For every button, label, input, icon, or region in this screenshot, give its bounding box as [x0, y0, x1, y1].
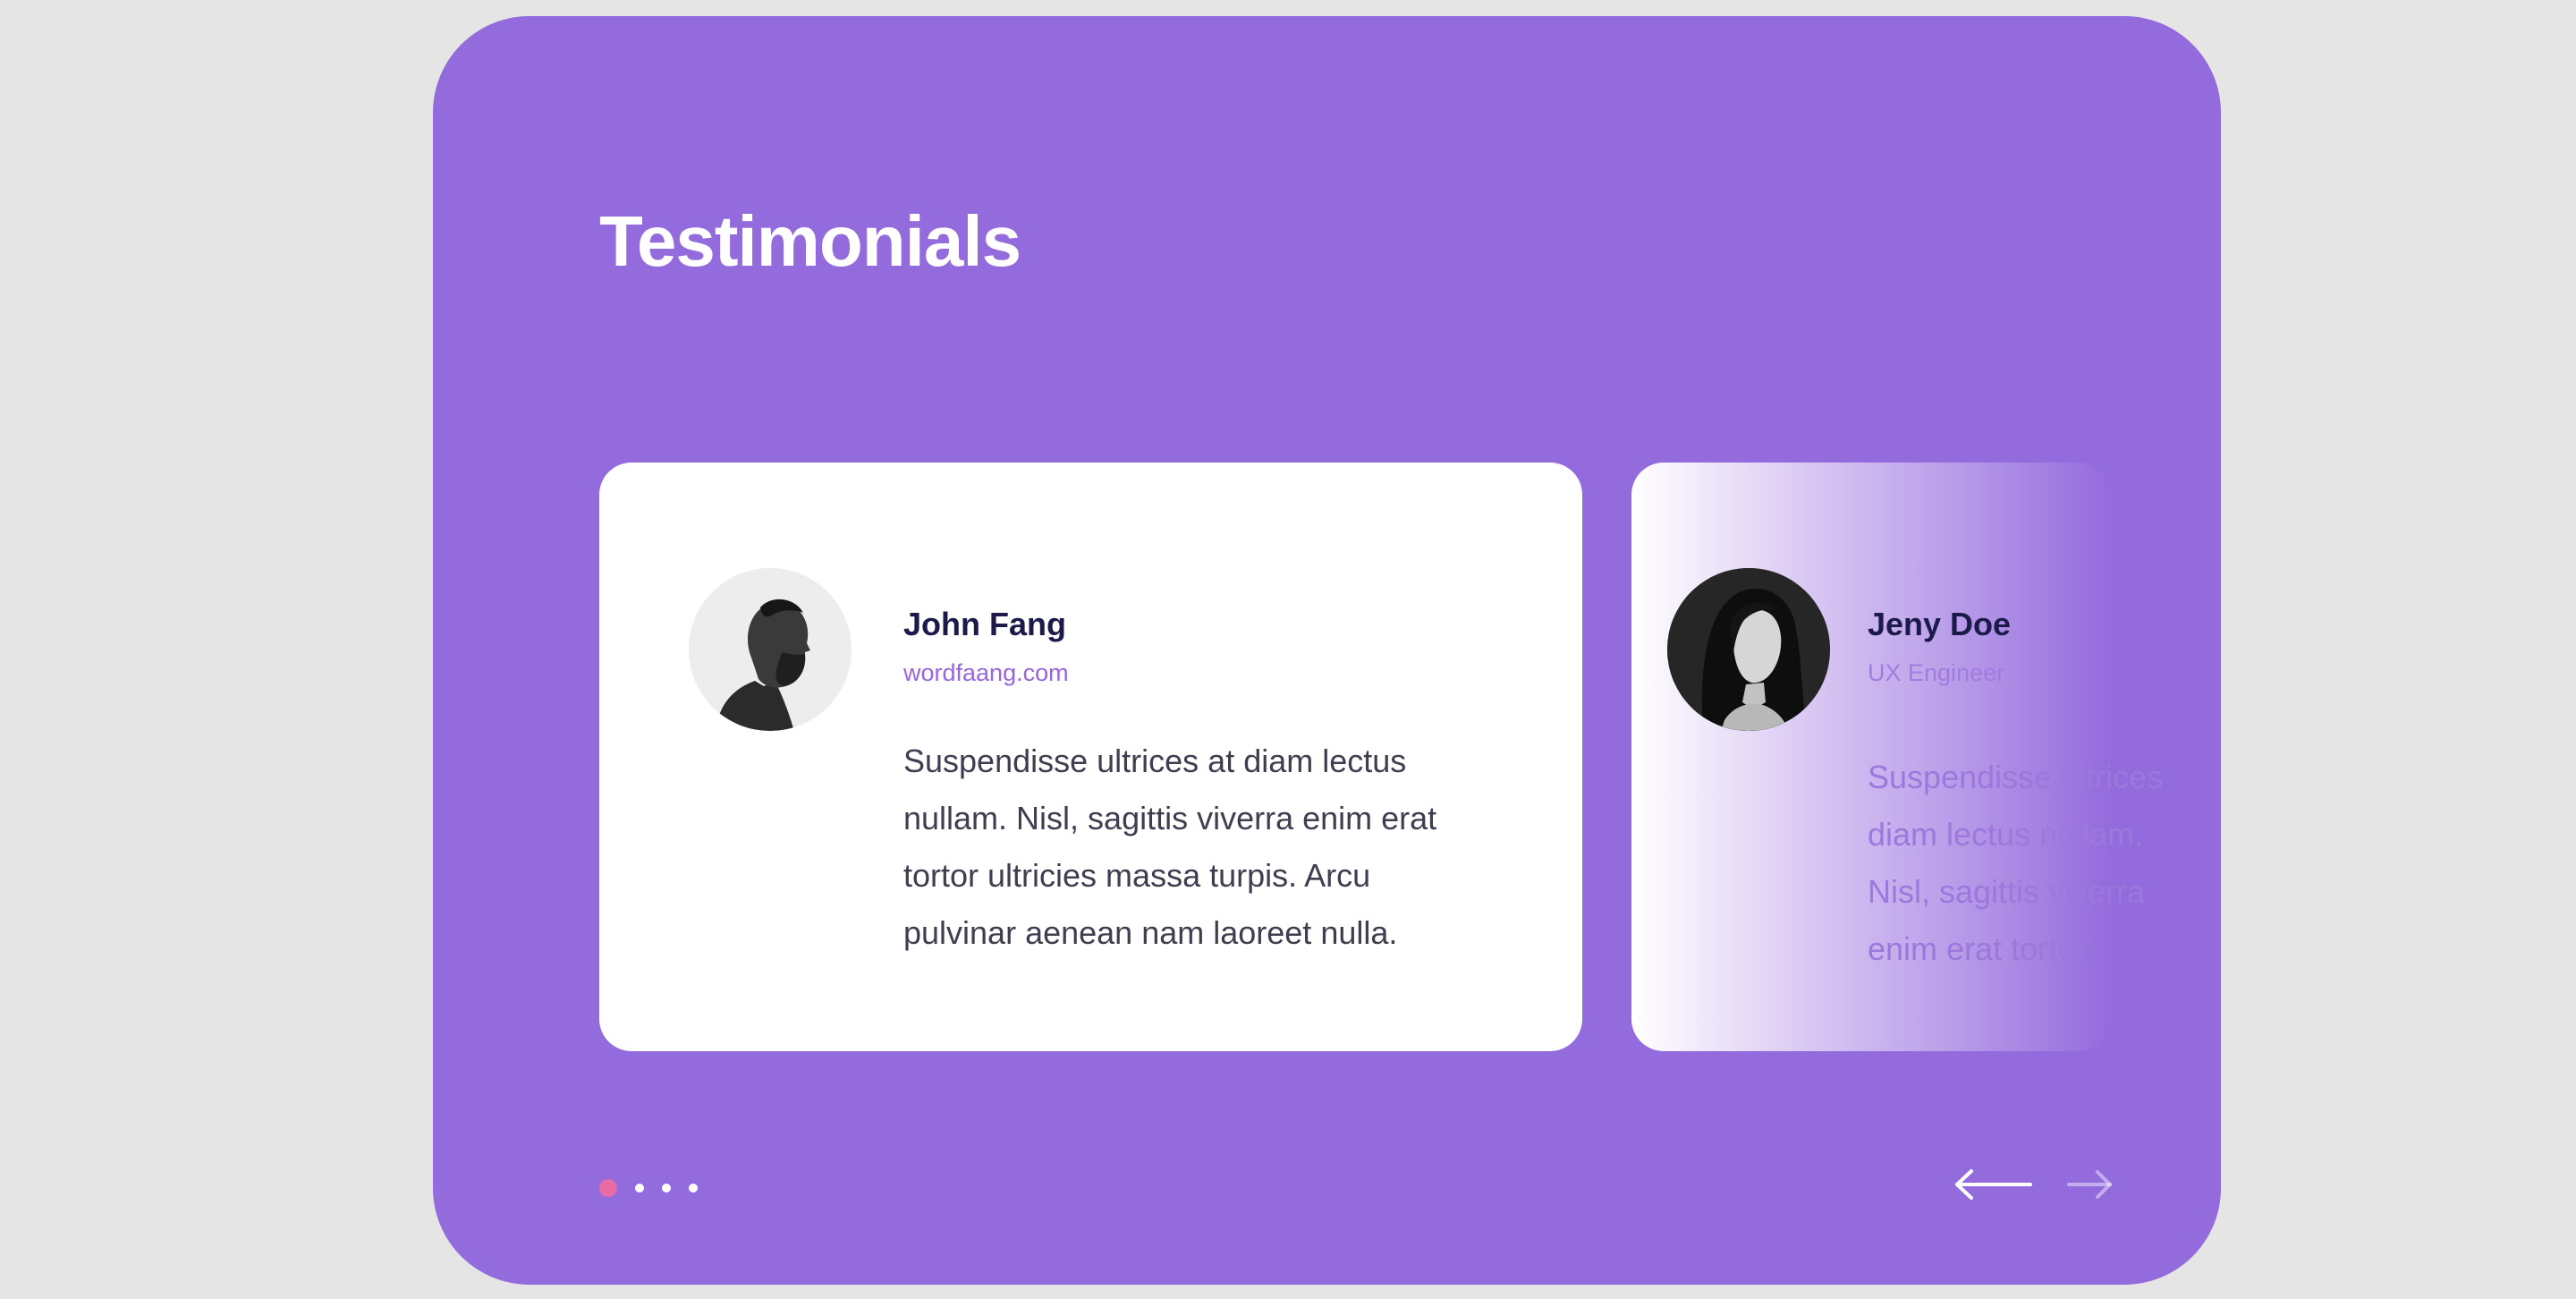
- quote-line: Nisl, sagittis viverra: [1868, 873, 2146, 910]
- testimonial-quote: Suspendisse ultrices at diam lectus null…: [903, 743, 1437, 951]
- avatar-john-fang: [689, 568, 852, 731]
- testimonial-name: John Fang: [903, 606, 1066, 642]
- testimonial-card-jeny-doe[interactable]: Jeny Doe UX Engineer Suspendisse ultrice…: [1631, 463, 2163, 1051]
- testimonial-card-john-fang: John Fang wordfaang.com Suspendisse ultr…: [599, 463, 1582, 1051]
- man-profile-avatar-icon: [689, 568, 852, 731]
- arrow-right-icon: [2067, 1170, 2112, 1199]
- pagination-dot-1[interactable]: [599, 1179, 617, 1197]
- woman-portrait-avatar-icon: [1667, 568, 1830, 731]
- pagination-dot-2[interactable]: [635, 1184, 644, 1193]
- section-title: Testimonials: [599, 201, 1021, 281]
- testimonial-quote: Suspendisse ultrices at diam lectus null…: [1868, 749, 2163, 978]
- testimonial-name: Jeny Doe: [1868, 606, 2012, 642]
- pagination-dot-3[interactable]: [662, 1184, 671, 1193]
- arrow-left-icon: [1955, 1169, 2032, 1200]
- testimonial-role: UX Engineer: [1868, 659, 2005, 686]
- carousel-pagination: [599, 1179, 698, 1197]
- next-button[interactable]: [2065, 1167, 2119, 1202]
- previous-button[interactable]: [1953, 1167, 2034, 1202]
- avatar-jeny-doe: [1667, 568, 1830, 731]
- testimonial-role: wordfaang.com: [903, 659, 1069, 686]
- pagination-dot-4[interactable]: [689, 1184, 698, 1193]
- quote-line: diam lectus nullam.: [1868, 816, 2144, 853]
- testimonials-section: Testimonials John Fang wordfaang.com Sus…: [433, 16, 2221, 1285]
- quote-line: Suspendisse ultrices at: [1868, 759, 2163, 795]
- quote-line: enim erat tortor: [1868, 930, 2087, 967]
